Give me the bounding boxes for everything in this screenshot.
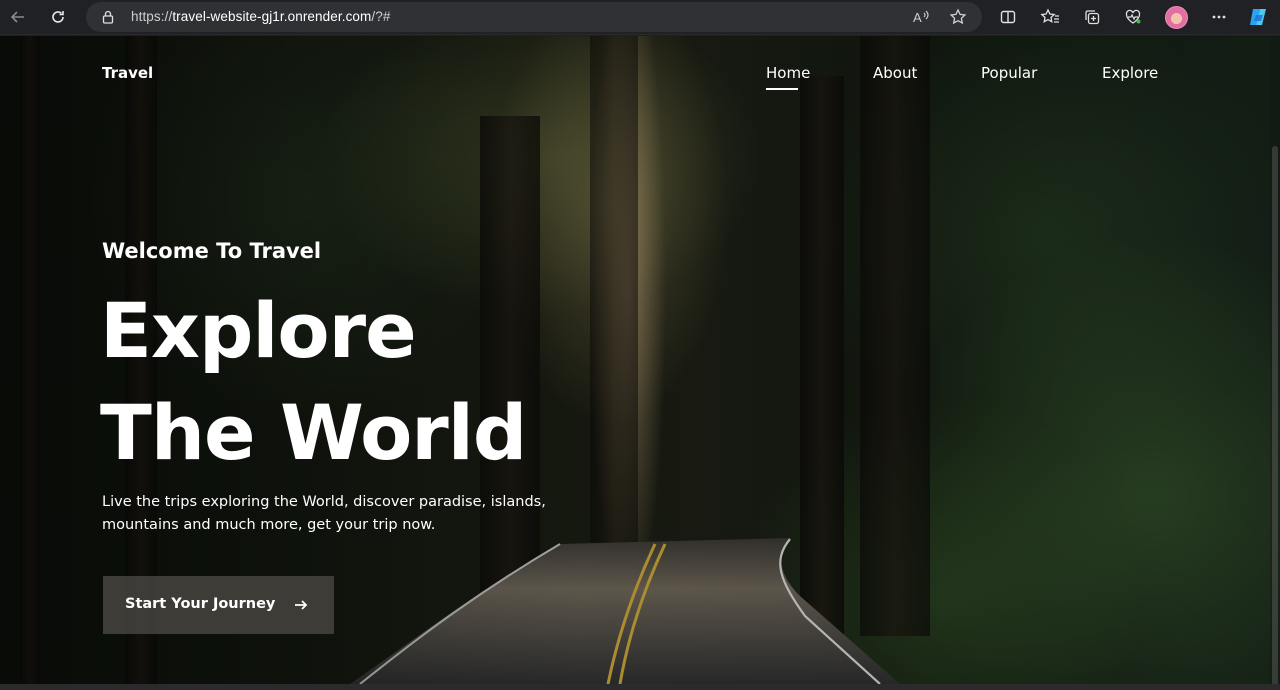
svg-text:A: A xyxy=(913,10,922,25)
refresh-icon[interactable] xyxy=(44,3,72,31)
more-menu-icon[interactable] xyxy=(1205,3,1233,31)
arrow-right-icon xyxy=(293,597,309,617)
window-bottom-edge xyxy=(0,684,1280,690)
collections-icon[interactable] xyxy=(1078,3,1106,31)
hero-description-line-1: Live the trips exploring the World, disc… xyxy=(102,494,546,510)
hero-title-line-2: The World xyxy=(100,388,527,477)
back-icon[interactable] xyxy=(4,3,32,31)
nav-popular[interactable]: Popular xyxy=(981,64,1037,82)
nav-explore[interactable]: Explore xyxy=(1102,64,1158,82)
lock-icon[interactable] xyxy=(100,9,116,29)
browser-essentials-icon[interactable] xyxy=(1119,3,1147,31)
split-screen-icon[interactable] xyxy=(994,3,1022,31)
nav-home[interactable]: Home xyxy=(766,64,810,82)
url-path: /?# xyxy=(371,9,391,24)
url-scheme: https:// xyxy=(131,9,173,24)
favorites-icon[interactable] xyxy=(1036,3,1064,31)
read-aloud-icon[interactable]: A xyxy=(912,7,932,27)
start-journey-button[interactable]: Start Your Journey xyxy=(103,576,334,634)
hero-title-line-1: Explore xyxy=(100,286,417,375)
url-host: travel-website-gj1r.onrender.com xyxy=(172,9,372,24)
page-scrollbar[interactable] xyxy=(1270,36,1280,686)
start-journey-label: Start Your Journey xyxy=(125,596,276,612)
scrollbar-thumb[interactable] xyxy=(1272,146,1278,686)
nav-about[interactable]: About xyxy=(873,64,917,82)
hero-section: Travel Home About Popular Explore Welcom… xyxy=(0,36,1280,684)
address-bar[interactable]: https://travel-website-gj1r.onrender.com… xyxy=(86,2,982,32)
favorite-star-icon[interactable] xyxy=(948,7,968,27)
nav-active-indicator xyxy=(766,88,798,90)
profile-avatar[interactable] xyxy=(1165,6,1188,29)
hero-description: Live the trips exploring the World, disc… xyxy=(102,491,572,537)
browser-toolbar: https://travel-website-gj1r.onrender.com… xyxy=(0,0,1280,35)
hero-subtitle: Welcome To Travel xyxy=(102,239,322,263)
hero-description-line-2: mountains and much more, get your trip n… xyxy=(102,517,436,533)
url-text[interactable]: https://travel-website-gj1r.onrender.com… xyxy=(131,9,390,24)
site-logo[interactable]: Travel xyxy=(102,64,153,82)
copilot-icon[interactable] xyxy=(1245,3,1273,31)
hero-title: Explore The World xyxy=(100,280,527,484)
